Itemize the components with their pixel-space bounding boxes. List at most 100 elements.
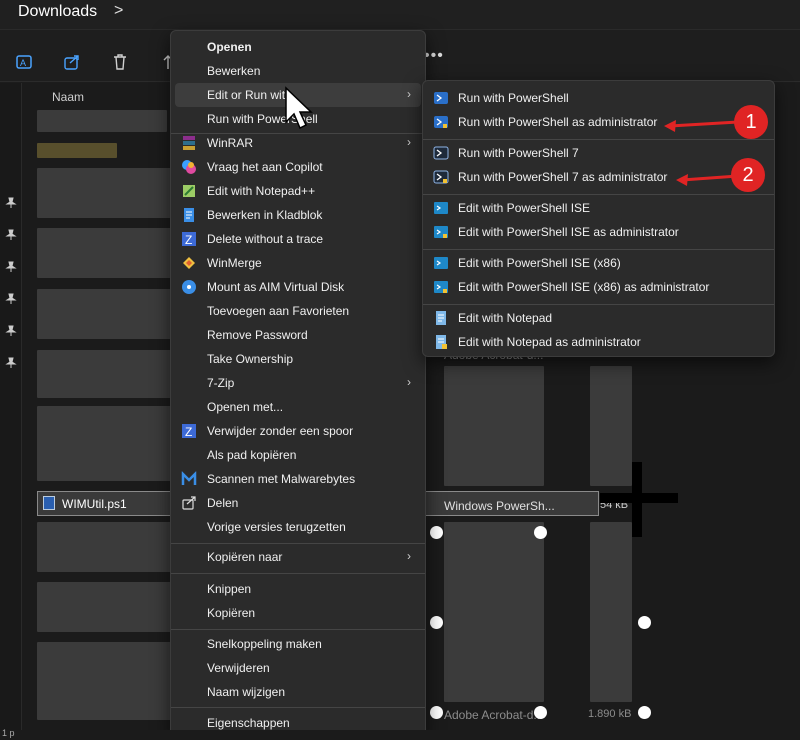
context-menu: Openen Bewerken Edit or Run with › Run wi… — [170, 30, 426, 736]
menu-item-vorige-versies[interactable]: Vorige versies terugzetten — [175, 515, 421, 539]
breadcrumb-downloads[interactable]: Downloads — [18, 3, 97, 21]
menu-item-mount-aim[interactable]: Mount as AIM Virtual Disk — [175, 275, 421, 299]
menu-item-label: Bewerken in Kladblok — [207, 208, 323, 222]
selection-handle[interactable] — [534, 706, 547, 719]
menu-item-label: Delen — [207, 496, 239, 510]
delete-icon[interactable] — [110, 52, 130, 72]
submenu-edit-ise-x86-admin[interactable]: Edit with PowerShell ISE (x86) as admini… — [427, 275, 771, 299]
submenu-edit-notepad[interactable]: Edit with Notepad — [427, 306, 771, 330]
status-bar — [0, 730, 800, 740]
menu-item-bewerken[interactable]: Bewerken — [175, 59, 421, 83]
menu-item-delete-without-trace[interactable]: Z Delete without a trace — [175, 227, 421, 251]
redacted-type — [444, 522, 544, 702]
svg-text:Z: Z — [185, 425, 192, 439]
menu-item-snelkoppeling[interactable]: Snelkoppeling maken — [175, 632, 421, 656]
redacted-row — [37, 228, 172, 278]
notepad-admin-icon — [436, 335, 447, 349]
share-icon[interactable] — [62, 52, 82, 72]
malwarebytes-icon — [181, 471, 197, 485]
menu-item-label: Naam wijzigen — [207, 685, 286, 699]
menu-item-label: WinRAR — [207, 136, 254, 150]
menu-item-verwijderen[interactable]: Verwijderen — [175, 656, 421, 680]
menu-item-label: Take Ownership — [207, 352, 294, 366]
redacted-row — [37, 110, 167, 132]
svg-text:A: A — [20, 58, 26, 68]
menu-item-label: Toevoegen aan Favorieten — [207, 304, 350, 318]
annotation-badge: 2 — [731, 158, 765, 192]
redacted-row — [37, 522, 172, 572]
submenu-label: Edit with Notepad — [458, 311, 553, 325]
menu-item-kopieren[interactable]: Kopiëren — [175, 601, 421, 625]
column-header-name[interactable]: Naam — [52, 90, 84, 104]
menu-item-knippen[interactable]: Knippen — [175, 577, 421, 601]
selection-handle[interactable] — [638, 616, 651, 629]
powershell-ise-icon — [434, 202, 448, 214]
eraser-icon: Z — [182, 232, 196, 247]
menu-item-winmerge[interactable]: WinMerge — [175, 251, 421, 275]
menu-item-openen-met[interactable]: Openen met... — [175, 395, 421, 419]
menu-item-label: Snelkoppeling maken — [207, 637, 322, 651]
winmerge-icon — [183, 257, 195, 269]
menu-item-take-ownership[interactable]: Take Ownership — [175, 347, 421, 371]
menu-item-copilot[interactable]: Vraag het aan Copilot — [175, 155, 421, 179]
menu-item-naam-wijzigen[interactable]: Naam wijzigen — [175, 680, 421, 704]
selection-handle[interactable] — [430, 616, 443, 629]
menu-item-7zip[interactable]: 7-Zip › — [175, 371, 421, 395]
menu-item-label: Verwijderen — [207, 661, 270, 675]
redacted-size — [590, 522, 632, 702]
redacted-row — [37, 406, 172, 481]
pin-icon[interactable] — [5, 229, 17, 241]
selection-handle[interactable] — [534, 526, 547, 539]
file-type: Adobe Acrobat-d... — [444, 708, 544, 722]
share-icon — [182, 496, 196, 510]
menu-item-remove-password[interactable]: Remove Password — [175, 323, 421, 347]
submenu-label: Edit with PowerShell ISE — [458, 201, 591, 215]
pin-icon[interactable] — [5, 293, 17, 305]
annotation-arrow — [664, 120, 739, 186]
menu-item-kopieren-naar[interactable]: Kopiëren naar › — [175, 545, 421, 569]
rename-ai-icon[interactable]: A — [14, 52, 34, 72]
menu-separator — [423, 194, 774, 195]
pin-icon[interactable] — [5, 261, 17, 273]
pin-icon[interactable] — [5, 325, 17, 337]
selection-handle[interactable] — [638, 706, 651, 719]
redacted-row — [37, 143, 117, 158]
powershell-ise-admin-icon — [434, 226, 448, 238]
menu-item-delen[interactable]: Delen — [175, 491, 421, 515]
menu-item-openen[interactable]: Openen — [175, 35, 421, 59]
pin-icon[interactable] — [5, 357, 17, 369]
selection-handle[interactable] — [430, 706, 443, 719]
crosshair-icon — [632, 462, 642, 537]
selection-handle[interactable] — [430, 526, 443, 539]
submenu-edit-notepad-admin[interactable]: Edit with Notepad as administrator — [427, 330, 771, 354]
menu-item-als-pad-kopieren[interactable]: Als pad kopiëren — [175, 443, 421, 467]
chevron-right-icon: › — [407, 87, 411, 101]
menu-item-verwijder-zonder-spoor[interactable]: Z Verwijder zonder een spoor — [175, 419, 421, 443]
file-name[interactable]: WIMUtil.ps1 — [62, 497, 127, 511]
menu-item-favorieten[interactable]: Toevoegen aan Favorieten — [175, 299, 421, 323]
submenu-label: Run with PowerShell — [458, 91, 569, 105]
winrar-icon — [183, 136, 195, 150]
submenu-edit-ise[interactable]: Edit with PowerShell ISE — [427, 196, 771, 220]
menu-item-kladblok[interactable]: Bewerken in Kladblok — [175, 203, 421, 227]
menu-separator — [171, 543, 425, 544]
breadcrumb-chevron-icon[interactable]: > — [114, 2, 123, 20]
submenu-edit-ise-admin[interactable]: Edit with PowerShell ISE as administrato… — [427, 220, 771, 244]
svg-text:Z: Z — [185, 233, 192, 247]
submenu-label: Run with PowerShell as administrator — [458, 115, 658, 129]
more-options-icon[interactable]: ••• — [424, 47, 444, 65]
eraser-icon: Z — [182, 424, 196, 439]
submenu-edit-ise-x86[interactable]: Edit with PowerShell ISE (x86) — [427, 251, 771, 275]
file-size: 1.890 kB — [588, 708, 632, 720]
menu-item-label: Vraag het aan Copilot — [207, 160, 323, 174]
menu-item-notepad-plus-plus[interactable]: Edit with Notepad++ — [175, 179, 421, 203]
submenu-label: Run with PowerShell 7 as administrator — [458, 170, 668, 184]
menu-item-label: WinMerge — [207, 256, 262, 270]
redacted-size — [590, 366, 632, 486]
notepad-plus-plus-icon — [183, 185, 195, 197]
menu-item-label: Edit with Notepad++ — [207, 184, 316, 198]
menu-item-malwarebytes[interactable]: Scannen met Malwarebytes — [175, 467, 421, 491]
submenu-run-powershell[interactable]: Run with PowerShell — [427, 86, 771, 110]
menu-item-winrar[interactable]: WinRAR › — [175, 131, 421, 155]
pin-icon[interactable] — [5, 197, 17, 209]
